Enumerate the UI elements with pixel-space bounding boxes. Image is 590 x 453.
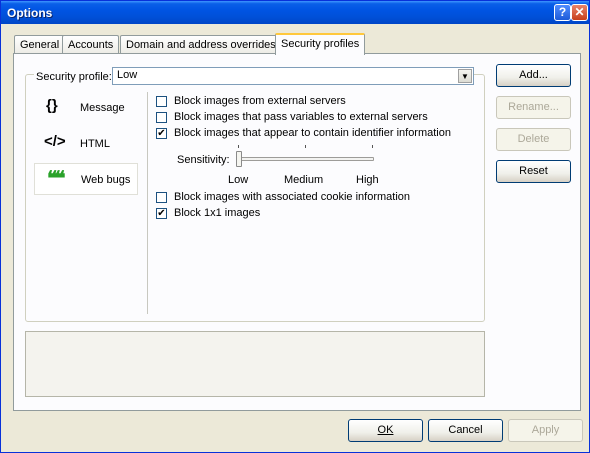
checkbox[interactable] [156, 192, 167, 203]
slider-track [238, 157, 374, 161]
apply-button[interactable]: Apply [508, 419, 583, 442]
tab-domain-overrides[interactable]: Domain and address overrides [120, 35, 282, 54]
braces-icon: {} [46, 97, 58, 114]
checkbox-checked[interactable]: ✔ [156, 128, 167, 139]
code-tag-icon: </> [44, 133, 66, 150]
slider-tick [238, 145, 239, 148]
category-web-bugs[interactable]: ❝❝ Web bugs [34, 163, 138, 195]
slider-low-label: Low [228, 174, 249, 186]
slider-high-label: High [356, 174, 379, 186]
category-label: Web bugs [81, 174, 131, 186]
option-label: Block images that appear to contain iden… [174, 127, 451, 139]
category-html[interactable]: </> HTML [34, 128, 138, 160]
description-box [25, 331, 485, 397]
checkbox[interactable] [156, 96, 167, 107]
category-list: {} Message </> HTML ❝❝ Web bugs [32, 92, 148, 314]
rename-button[interactable]: Rename... [496, 96, 571, 119]
option-label: Block images with associated cookie info… [174, 191, 411, 203]
slider-tick [305, 145, 306, 148]
web-bugs-icon: ❝❝ [47, 168, 66, 190]
option-label: Block images from external servers [174, 95, 346, 107]
checkbox-checked[interactable]: ✔ [156, 208, 167, 219]
add-button[interactable]: Add... [496, 64, 571, 87]
apply-label: Apply [531, 424, 560, 436]
slider-tick [372, 145, 373, 148]
ok-label: OK [377, 424, 394, 436]
sensitivity-label: Sensitivity: [177, 154, 230, 166]
chevron-down-icon[interactable]: ▼ [458, 69, 472, 83]
title-bar[interactable]: Options ? ✕ [1, 1, 589, 24]
security-profile-select[interactable]: Low ▼ [112, 67, 474, 85]
sensitivity-slider[interactable] [236, 145, 374, 171]
cancel-label: Cancel [448, 424, 483, 436]
window-title: Options [7, 6, 53, 20]
security-profile-value: Low [117, 69, 138, 81]
category-label: HTML [80, 138, 110, 150]
option-label: Block images that pass variables to exte… [174, 111, 428, 123]
help-icon[interactable]: ? [554, 4, 571, 21]
close-icon[interactable]: ✕ [571, 4, 588, 21]
delete-button[interactable]: Delete [496, 128, 571, 151]
category-message[interactable]: {} Message [34, 92, 138, 124]
cancel-button[interactable]: Cancel [428, 419, 503, 442]
options-dialog: Options ? ✕ General Accounts Domain and … [0, 0, 590, 453]
tab-accounts[interactable]: Accounts [62, 35, 120, 54]
checkbox[interactable] [156, 112, 167, 123]
ok-button[interactable]: OK [348, 419, 423, 442]
security-profile-label: Security profile: [34, 71, 114, 83]
tab-security-profiles[interactable]: Security profiles [275, 33, 366, 55]
category-label: Message [80, 102, 125, 114]
option-label: Block 1x1 images [174, 207, 261, 219]
reset-button[interactable]: Reset [496, 160, 571, 183]
slider-medium-label: Medium [284, 174, 324, 186]
slider-thumb[interactable] [236, 151, 242, 167]
tab-general[interactable]: General [14, 35, 66, 54]
security-profiles-page: Security profile: Low ▼ {} Message </> H… [13, 53, 581, 411]
